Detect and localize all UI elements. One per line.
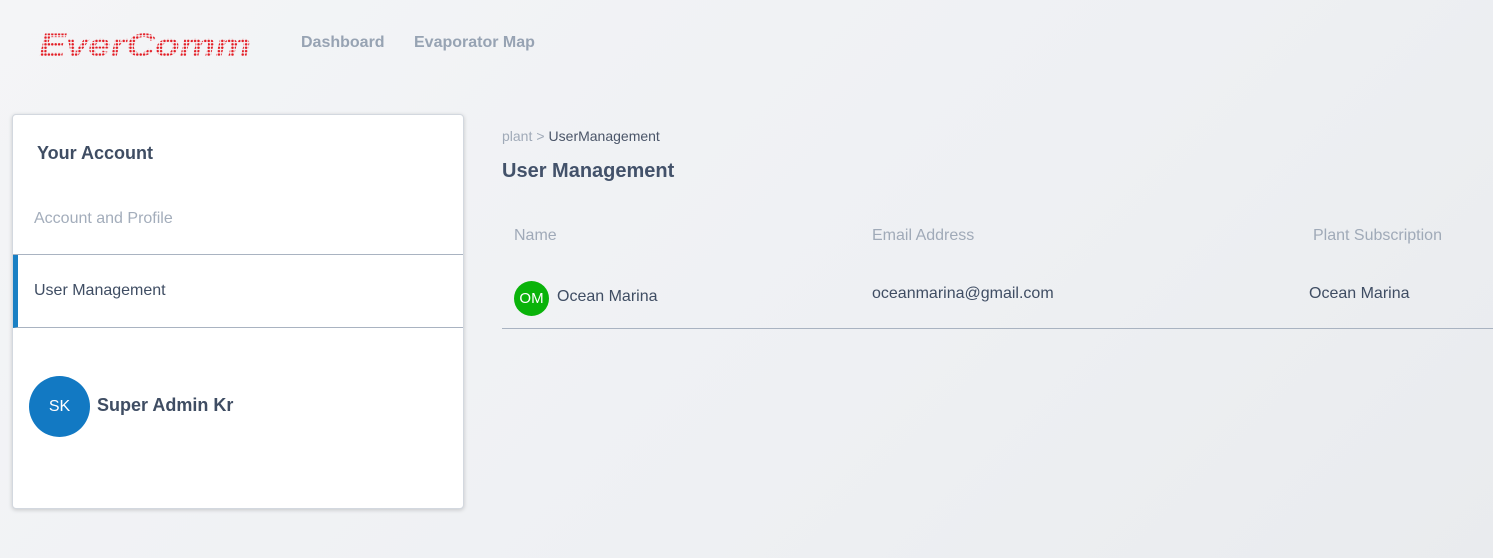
row-avatar: OM [514,281,549,316]
sidebar-item-label: User Management [34,282,166,299]
breadcrumb-separator: > [536,128,545,144]
column-header-email: Email Address [872,227,975,244]
breadcrumb-current: UserManagement [548,128,660,144]
breadcrumb-root-link[interactable]: plant [502,128,532,144]
account-sidebar-card: Your Account Account and Profile User Ma… [12,114,464,509]
row-plant-subscription: Ocean Marina [1309,285,1410,302]
nav-evaporator-map[interactable]: Evaporator Map [414,34,535,52]
sidebar-item-label: Account and Profile [34,210,173,227]
user-name: Super Admin Kr [97,395,234,415]
column-header-plant-subscription: Plant Subscription [1313,227,1442,244]
user-avatar[interactable]: SK [29,376,90,437]
table-row[interactable]: OM Ocean Marina oceanmarina@gmail.com Oc… [502,270,1493,329]
nav-dashboard[interactable]: Dashboard [301,34,385,52]
breadcrumb: plant > UserManagement [502,128,660,144]
column-header-name: Name [514,227,557,244]
sidebar-title: Your Account [37,143,153,163]
page-title: User Management [502,160,675,182]
logo-text: EverComm [39,29,251,61]
sidebar-item-account-profile[interactable]: Account and Profile [13,190,463,255]
row-email: oceanmarina@gmail.com [872,285,1054,302]
top-navigation: EverComm Dashboard Evaporator Map [0,0,1493,88]
sidebar-item-user-management[interactable]: User Management [13,255,463,328]
row-user-name: Ocean Marina [557,288,658,305]
evercomm-logo[interactable]: EverComm [37,29,255,61]
